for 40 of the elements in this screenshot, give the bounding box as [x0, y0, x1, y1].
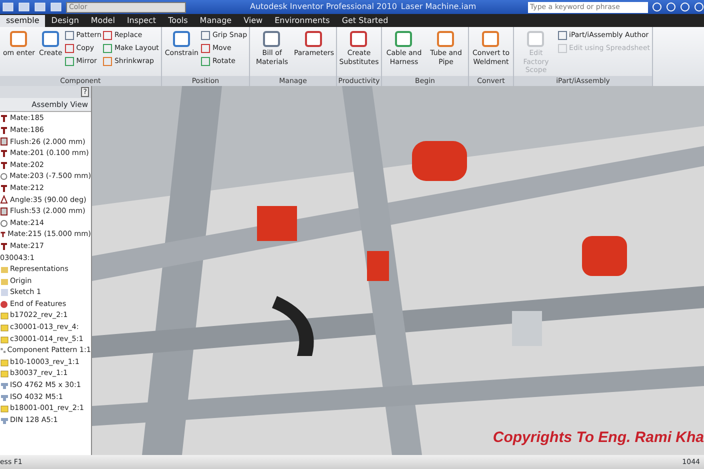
tool-icon [172, 29, 192, 49]
tool-icon [349, 29, 370, 49]
ribbon-tab[interactable]: View [238, 15, 269, 27]
constraint-icon [0, 242, 9, 251]
pattern-icon [0, 346, 6, 356]
constraint-icon [0, 149, 9, 158]
constraint-icon [0, 184, 9, 193]
constraint-icon [0, 230, 7, 240]
part-icon [0, 404, 9, 414]
ribbon-tab[interactable]: Design [45, 15, 85, 27]
copyright-text: Copyrights To Eng. Rami Kha [492, 428, 704, 448]
window-title: Autodesk Inventor Professional 2010 [250, 1, 397, 13]
constraint-icon [0, 137, 9, 146]
constraint-icon [0, 126, 9, 135]
ribbon-tab[interactable]: Inspect [120, 15, 162, 27]
ribbon-tab[interactable]: Manage [194, 15, 238, 27]
tool-icon [262, 29, 282, 49]
toolbar-icon [34, 2, 46, 12]
sketch-icon [0, 288, 9, 298]
constraint-icon [0, 172, 9, 182]
stop-icon [0, 300, 9, 309]
toolbar-icon [2, 2, 14, 12]
tool-icon [304, 29, 324, 49]
constraint-icon [0, 160, 9, 170]
document-title: Laser Machine.iam [400, 1, 476, 13]
tool-icon [481, 29, 502, 49]
ribbon-tab[interactable]: Environments [268, 15, 336, 27]
tool-icon [9, 29, 29, 49]
tool-icon [526, 29, 546, 49]
ribbon-tab[interactable]: Get Started [336, 15, 394, 27]
bolt-icon [0, 416, 9, 425]
tool-icon [394, 29, 414, 49]
tool-icon [40, 29, 61, 49]
ribbon-tab[interactable]: ssemble [0, 15, 46, 27]
constraint-icon [0, 114, 9, 124]
ribbon-tab[interactable]: Tools [162, 15, 194, 27]
tool-icon [436, 29, 456, 49]
ribbon-tab[interactable]: Model [84, 15, 121, 27]
toolbar-icon [50, 2, 62, 12]
toolbar-icon [18, 2, 30, 12]
